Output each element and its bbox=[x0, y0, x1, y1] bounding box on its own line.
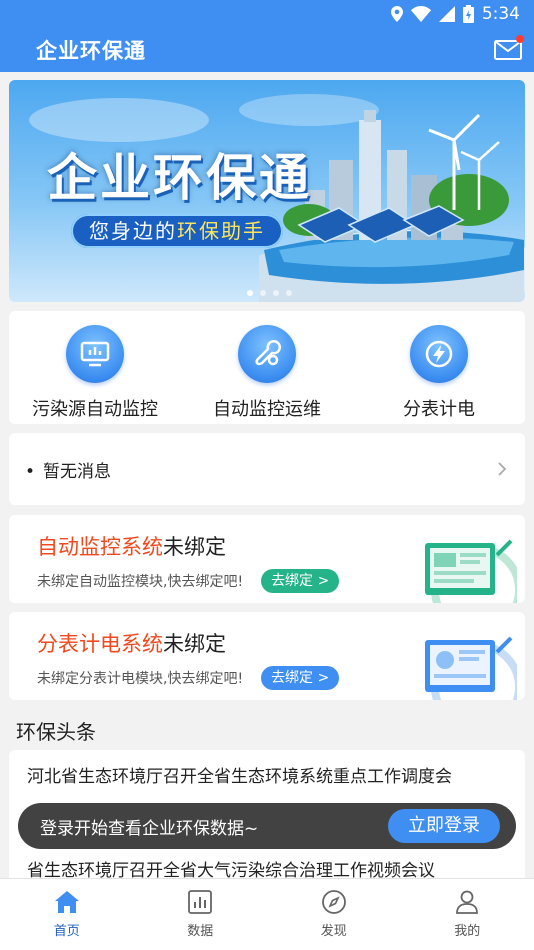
signal-icon bbox=[438, 6, 455, 22]
notice-bar[interactable]: 暂无消息 bbox=[9, 433, 525, 505]
location-icon bbox=[390, 6, 403, 22]
bar-chart-icon bbox=[188, 890, 213, 914]
notice-text: 暂无消息 bbox=[25, 457, 111, 482]
bind-card-auto-monitoring: 自动监控系统未绑定 未绑定自动监控模块,快去绑定吧! 去绑定 > bbox=[9, 515, 525, 603]
quick-action-label: 污染源自动监控 bbox=[32, 399, 158, 420]
carousel-dot[interactable] bbox=[247, 290, 253, 296]
bind-card-title-highlight: 自动监控系统 bbox=[37, 535, 163, 559]
app-title: 企业环保通 bbox=[36, 39, 146, 63]
meter-illustration bbox=[425, 636, 517, 700]
app-bar: 企业环保通 bbox=[0, 28, 534, 72]
bind-button[interactable]: 去绑定 > bbox=[261, 569, 340, 593]
carousel-indicator bbox=[247, 290, 292, 296]
quick-action-label: 分表计电 bbox=[403, 399, 475, 420]
tab-label: 数据 bbox=[187, 924, 214, 939]
wrench-gear-icon bbox=[238, 325, 296, 383]
home-icon bbox=[54, 891, 79, 913]
monitor-illustration bbox=[425, 539, 517, 603]
banner-carousel[interactable]: 企业环保通 您身边的环保助手 bbox=[9, 80, 525, 302]
bind-button[interactable]: 去绑定 > bbox=[261, 666, 340, 690]
banner-title: 企业环保通 bbox=[47, 148, 312, 207]
compass-icon bbox=[321, 890, 346, 914]
login-button[interactable]: 立即登录 bbox=[388, 809, 500, 843]
banner-subtitle-highlight: 环保助手 bbox=[177, 219, 265, 243]
tab-label: 我的 bbox=[454, 924, 481, 939]
mail-button[interactable] bbox=[494, 35, 524, 61]
user-icon bbox=[456, 890, 479, 914]
carousel-dot[interactable] bbox=[260, 290, 266, 296]
quick-action-sub-metering[interactable]: 分表计电 bbox=[353, 311, 525, 424]
quick-action-pollution-monitoring[interactable]: 污染源自动监控 bbox=[9, 311, 181, 424]
quick-actions: 污染源自动监控 自动监控运维 分表计电 bbox=[9, 311, 525, 424]
tab-profile[interactable]: 我的 bbox=[401, 879, 534, 950]
tab-home[interactable]: 首页 bbox=[0, 879, 134, 950]
quick-action-label: 自动监控运维 bbox=[213, 399, 321, 420]
status-bar: 5:34 bbox=[0, 0, 534, 28]
battery-icon bbox=[462, 5, 474, 23]
news-item[interactable]: 河北省生态环境厅召开全省生态环境系统重点工作调度会 bbox=[27, 762, 452, 787]
unread-dot bbox=[516, 35, 524, 43]
quick-action-maintenance[interactable]: 自动监控运维 bbox=[181, 311, 353, 424]
tab-data[interactable]: 数据 bbox=[134, 879, 268, 950]
bind-card-title-rest: 未绑定 bbox=[163, 535, 226, 559]
monitor-screen-icon bbox=[66, 325, 124, 383]
tab-discover[interactable]: 发现 bbox=[267, 879, 401, 950]
bottom-tab-bar: 首页 数据 发现 我的 bbox=[0, 878, 534, 950]
banner-subtitle-prefix: 您身边的 bbox=[89, 219, 177, 243]
chevron-right-icon bbox=[498, 462, 507, 476]
bind-card-title-highlight: 分表计电系统 bbox=[37, 632, 163, 656]
banner-subtitle: 您身边的环保助手 bbox=[71, 214, 283, 248]
tab-label: 首页 bbox=[53, 924, 80, 939]
carousel-dot[interactable] bbox=[286, 290, 292, 296]
lightning-icon bbox=[410, 325, 468, 383]
bind-card-title-rest: 未绑定 bbox=[163, 632, 226, 656]
status-time: 5:34 bbox=[481, 4, 520, 24]
carousel-dot[interactable] bbox=[273, 290, 279, 296]
news-section-title: 环保头条 bbox=[16, 720, 96, 744]
bind-card-sub-metering: 分表计电系统未绑定 未绑定分表计电模块,快去绑定吧! 去绑定 > bbox=[9, 612, 525, 700]
tab-label: 发现 bbox=[320, 924, 347, 939]
login-prompt-text: 登录开始查看企业环保数据~ bbox=[40, 818, 259, 839]
login-prompt-toast: 登录开始查看企业环保数据~ 立即登录 bbox=[18, 803, 516, 849]
bind-card-description: 未绑定自动监控模块,快去绑定吧! bbox=[37, 574, 244, 590]
bind-card-description: 未绑定分表计电模块,快去绑定吧! bbox=[37, 671, 244, 687]
wifi-icon bbox=[410, 6, 431, 22]
